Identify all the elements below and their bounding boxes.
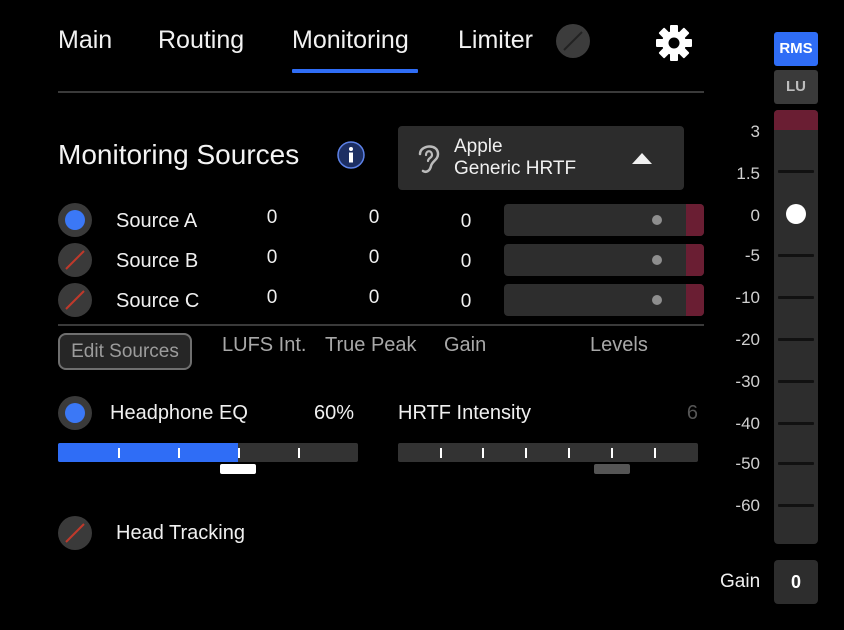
output-gain-meter[interactable] [774,110,818,544]
headphone-eq-slider[interactable] [58,443,358,462]
output-gain-value[interactable]: 0 [774,560,818,604]
slider-tick [482,448,484,458]
source-a-toggle[interactable] [58,203,92,237]
meter-scale-label: 1.5 [736,164,760,183]
rms-mode-button[interactable]: RMS [774,32,818,66]
meter-scale-label: 3 [750,122,760,141]
slider-tick [611,448,613,458]
slider-tick [298,448,300,458]
source-c-toggle[interactable] [58,283,92,317]
clip-indicator [686,204,704,236]
edit-sources-button[interactable]: Edit Sources [58,333,192,370]
meter-tick [778,462,814,465]
slash-icon [65,250,85,270]
info-icon[interactable] [337,141,365,169]
tab-routing[interactable]: Routing [158,26,244,55]
slider-fill [58,443,238,462]
meter-scale-label: -30 [735,372,760,391]
clip-indicator [774,110,818,130]
meter-tick [778,422,814,425]
column-lufs-int: LUFS Int. [222,334,307,356]
meter-scale-label: -50 [735,454,760,473]
column-true-peak: True Peak [325,334,417,356]
head-tracking-toggle[interactable] [58,516,92,550]
level-indicator [652,215,662,225]
source-b-true-peak: 0 [368,247,380,268]
source-c-lufs: 0 [266,287,278,308]
slider-tick [568,448,570,458]
output-gain-knob[interactable] [786,204,806,224]
source-a-level-meter [504,204,704,236]
headphone-eq-label: Headphone EQ [110,402,248,424]
column-gain: Gain [444,334,487,356]
slash-icon [65,290,85,310]
slider-tick [118,448,120,458]
clip-indicator [686,244,704,276]
slash-icon [65,523,85,543]
meter-scale-label: -20 [735,330,760,349]
sources-divider [58,324,704,326]
source-a-label: Source A [116,210,198,232]
source-b-gain[interactable]: 0 [456,251,476,273]
source-c-level-meter [504,284,704,316]
meter-scale-label: -10 [735,288,760,307]
slider-tick [178,448,180,458]
meter-tick [778,170,814,173]
meter-tick [778,296,814,299]
level-indicator [652,255,662,265]
tab-limiter[interactable]: Limiter [458,26,533,55]
slider-tick [654,448,656,458]
tabs-divider [58,91,704,93]
meter-tick [778,254,814,257]
headphone-eq-thumb[interactable] [220,464,256,474]
hrtf-intensity-label: HRTF Intensity [398,402,531,424]
meter-scale-label: -40 [735,414,760,433]
source-b-lufs: 0 [266,247,278,268]
hrtf-profile: Generic HRTF [454,158,577,179]
active-tab-indicator [292,69,418,73]
meter-tick [778,380,814,383]
hrtf-intensity-thumb[interactable] [594,464,630,474]
level-indicator [652,295,662,305]
meter-tick [778,504,814,507]
hrtf-vendor: Apple [454,136,503,157]
gear-icon[interactable] [655,24,693,62]
source-a-gain[interactable]: 0 [456,211,476,233]
headphone-eq-value: 60% [314,402,355,424]
ear-icon [418,145,440,174]
slider-tick [238,448,240,458]
source-a-true-peak: 0 [368,207,380,228]
meter-scale-label: -60 [735,496,760,515]
tab-monitoring[interactable]: Monitoring [292,26,409,55]
slider-tick [440,448,442,458]
output-gain-label: Gain [720,571,761,592]
source-b-toggle[interactable] [58,243,92,277]
source-c-true-peak: 0 [368,287,380,308]
source-a-lufs: 0 [266,207,278,228]
source-c-label: Source C [116,290,200,312]
meter-tick [778,338,814,341]
page-title: Monitoring Sources [58,139,300,170]
slider-tick [525,448,527,458]
source-b-label: Source B [116,250,199,272]
hrtf-intensity-value: 6 [686,402,698,424]
chevron-up-icon [632,153,652,164]
limiter-toggle[interactable] [556,24,590,58]
source-b-level-meter [504,244,704,276]
slash-icon [563,31,583,51]
clip-indicator [686,284,704,316]
lu-mode-button[interactable]: LU [774,70,818,104]
source-c-gain[interactable]: 0 [456,291,476,313]
headphone-eq-toggle[interactable] [58,396,92,430]
column-levels: Levels [590,334,648,356]
hrtf-intensity-slider[interactable] [398,443,698,462]
head-tracking-label: Head Tracking [116,522,245,544]
hrtf-dropdown[interactable]: Apple Generic HRTF [398,126,684,190]
tab-main[interactable]: Main [58,26,112,55]
meter-scale-label: 0 [750,206,760,225]
meter-scale-label: -5 [744,246,760,265]
